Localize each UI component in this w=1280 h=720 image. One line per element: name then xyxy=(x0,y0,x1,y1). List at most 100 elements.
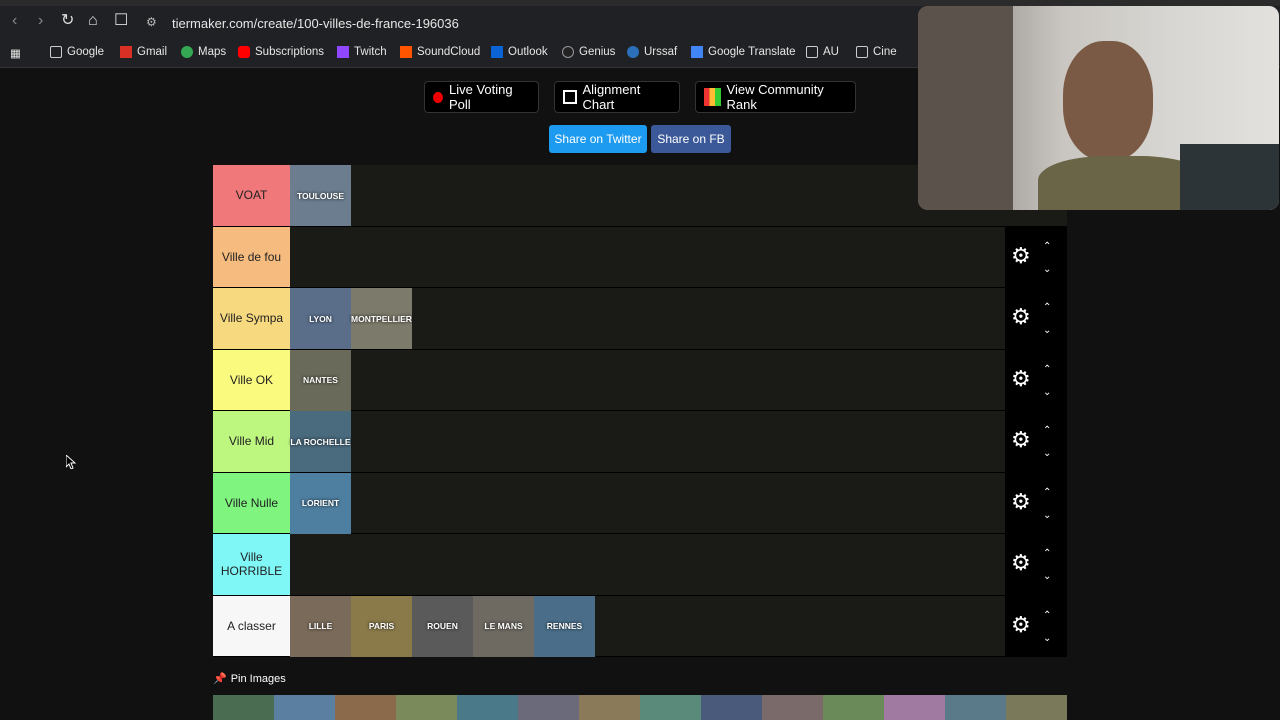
gear-icon[interactable]: ⚙ xyxy=(1011,613,1031,635)
soundcloud-icon xyxy=(400,46,412,58)
city-tile[interactable]: LE MANS xyxy=(473,595,534,657)
translate-icon xyxy=(691,46,703,58)
pool-image[interactable] xyxy=(762,695,823,720)
chevron-down-icon[interactable]: ⌄ xyxy=(1043,510,1057,521)
pool-image[interactable] xyxy=(945,695,1006,720)
chevron-down-icon[interactable]: ⌄ xyxy=(1043,325,1057,336)
pool-image[interactable] xyxy=(213,695,274,720)
city-tile[interactable]: NANTES xyxy=(290,349,351,411)
share-fb-button[interactable]: Share on FB xyxy=(651,125,731,153)
tier-items: NANTES xyxy=(290,349,351,411)
pool-image[interactable] xyxy=(457,695,518,720)
alignment-chart-button[interactable]: Alignment Chart xyxy=(554,81,680,113)
city-tile[interactable]: LILLE xyxy=(290,595,351,657)
tier-label[interactable]: Ville de fou xyxy=(213,226,290,287)
pool-image[interactable] xyxy=(396,695,457,720)
tier-controls: ⚙ ⌃ ⌄ xyxy=(1005,534,1067,595)
pool-image[interactable] xyxy=(274,695,335,720)
gear-icon[interactable]: ⚙ xyxy=(1011,552,1031,574)
pool-image[interactable] xyxy=(1006,695,1067,720)
chevron-down-icon[interactable]: ⌄ xyxy=(1043,264,1057,275)
bookmark-label: Cine xyxy=(873,46,897,58)
tier-label[interactable]: Ville Nulle xyxy=(213,472,290,533)
bookmark-subscriptions[interactable]: Subscriptions xyxy=(238,46,324,58)
reload-icon[interactable]: ↻ xyxy=(61,13,74,29)
chevron-up-icon[interactable]: ⌃ xyxy=(1043,302,1057,313)
share-twitter-button[interactable]: Share on Twitter xyxy=(549,125,647,153)
gear-icon[interactable]: ⚙ xyxy=(1011,429,1031,451)
chevron-up-icon[interactable]: ⌃ xyxy=(1043,610,1057,621)
address-bar[interactable]: ⚙ tiermaker.com/create/100-villes-de-fra… xyxy=(140,10,910,38)
forward-icon[interactable]: › xyxy=(38,13,43,29)
bookmark-gmail[interactable]: Gmail xyxy=(120,46,167,58)
city-tile[interactable]: RENNES xyxy=(534,595,595,657)
chevron-up-icon[interactable]: ⌃ xyxy=(1043,241,1057,252)
chevron-up-icon[interactable]: ⌃ xyxy=(1043,364,1057,375)
bookmark-twitch[interactable]: Twitch xyxy=(337,46,387,58)
bookmark-label: Google xyxy=(67,46,105,58)
gmail-icon xyxy=(120,46,132,58)
apps-icon[interactable]: ▦ xyxy=(10,46,21,60)
live-voting-button[interactable]: Live Voting Poll xyxy=(424,81,539,113)
city-tile[interactable]: LYON xyxy=(290,288,351,349)
bookmark-label: Gmail xyxy=(137,46,168,58)
bookmark-au[interactable]: AU xyxy=(806,46,839,58)
chevron-up-icon[interactable]: ⌃ xyxy=(1043,548,1057,559)
tier-items: LORIENT xyxy=(290,472,351,534)
pool-image[interactable] xyxy=(335,695,396,720)
bookmark-outlook[interactable]: Outlook xyxy=(491,46,548,58)
city-tile[interactable]: LA ROCHELLE xyxy=(290,411,351,472)
city-tile[interactable]: ROUEN xyxy=(412,595,473,657)
tier-label[interactable]: Ville OK xyxy=(213,349,290,410)
chevron-down-icon[interactable]: ⌄ xyxy=(1043,633,1057,644)
pool-image[interactable] xyxy=(579,695,640,720)
pool-image[interactable] xyxy=(701,695,762,720)
chevron-up-icon[interactable]: ⌃ xyxy=(1043,487,1057,498)
tier-label[interactable]: Ville Sympa xyxy=(213,288,290,349)
back-icon[interactable]: ‹ xyxy=(12,13,17,29)
chevron-down-icon[interactable]: ⌄ xyxy=(1043,387,1057,398)
tier-items: LYON MONTPELLIER xyxy=(290,288,412,349)
city-tile[interactable]: LORIENT xyxy=(290,472,351,534)
pool-image[interactable] xyxy=(884,695,945,720)
bookmark-label: SoundCloud xyxy=(417,46,481,58)
community-rank-button[interactable]: View Community Rank xyxy=(695,81,856,113)
gear-icon[interactable]: ⚙ xyxy=(1011,306,1031,328)
gear-icon[interactable]: ⚙ xyxy=(1011,490,1031,512)
gear-icon[interactable]: ⚙ xyxy=(1011,244,1031,266)
tier-controls: ⚙ ⌃ ⌄ xyxy=(1005,288,1067,349)
tier-row: Ville OK NANTES ⚙ ⌃ ⌄ xyxy=(213,349,1067,411)
bookmark-google-translate[interactable]: Google Translate xyxy=(691,46,796,58)
bookmark-cine[interactable]: Cine xyxy=(856,46,897,58)
bookmark-genius[interactable]: Genius xyxy=(562,46,615,58)
tier-label[interactable]: VOAT xyxy=(213,165,290,226)
tier-label[interactable]: Ville Mid xyxy=(213,411,290,472)
tier-label[interactable]: Ville HORRIBLE xyxy=(213,534,290,595)
tier-controls: ⚙ ⌃ ⌄ xyxy=(1005,595,1067,656)
chevron-down-icon[interactable]: ⌄ xyxy=(1043,448,1057,459)
urssaf-icon xyxy=(627,46,639,58)
pool-image[interactable] xyxy=(518,695,579,720)
bookmark-urssaf[interactable]: Urssaf xyxy=(627,46,677,58)
bookmark-soundcloud[interactable]: SoundCloud xyxy=(400,46,480,58)
tier-label[interactable]: A classer xyxy=(213,595,290,656)
bookmark-maps[interactable]: Maps xyxy=(181,46,226,58)
pool-image[interactable] xyxy=(640,695,701,720)
city-tile[interactable]: PARIS xyxy=(351,595,412,657)
city-tile[interactable]: TOULOUSE xyxy=(290,165,351,226)
tier-controls: ⚙ ⌃ ⌄ xyxy=(1005,472,1067,533)
site-settings-icon[interactable]: ⚙ xyxy=(146,15,157,29)
city-tile[interactable]: MONTPELLIER xyxy=(351,288,412,349)
home-icon[interactable]: ⌂ xyxy=(88,13,98,29)
live-voting-label: Live Voting Poll xyxy=(449,82,513,112)
gear-icon[interactable]: ⚙ xyxy=(1011,367,1031,389)
bookmark-icon[interactable]: ☐ xyxy=(114,13,128,29)
chevron-up-icon[interactable]: ⌃ xyxy=(1043,425,1057,436)
chevron-down-icon[interactable]: ⌄ xyxy=(1043,571,1057,582)
bookmark-google[interactable]: Google xyxy=(50,46,104,58)
folder-icon xyxy=(856,46,868,58)
pool-image[interactable] xyxy=(823,695,884,720)
pin-images-toggle[interactable]: 📌 Pin Images xyxy=(213,672,286,686)
grid-icon xyxy=(563,90,577,104)
tier-items: LA ROCHELLE xyxy=(290,411,351,472)
